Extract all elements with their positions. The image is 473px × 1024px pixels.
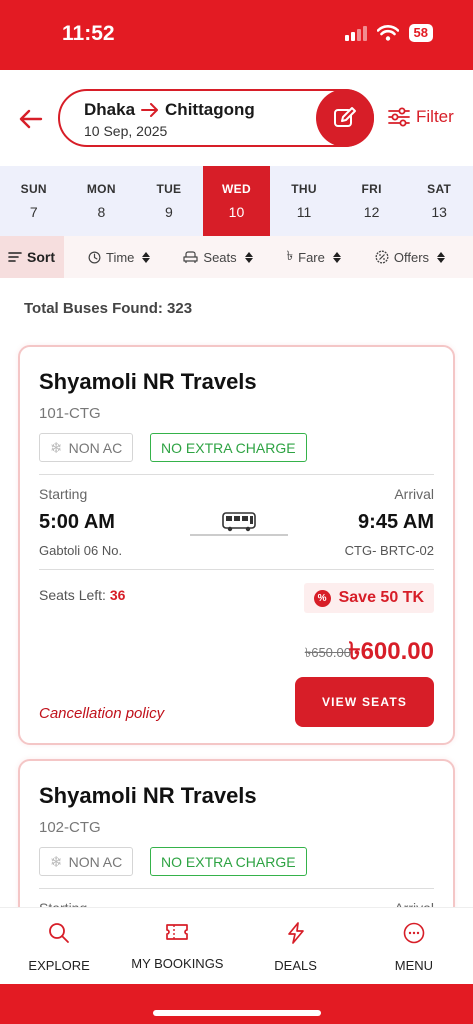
sort-toggle-icon: [142, 251, 151, 263]
departure-time: 5:00 AM: [39, 511, 115, 533]
cancellation-policy-link[interactable]: Cancellation policy: [39, 705, 164, 722]
back-arrow-icon[interactable]: [18, 106, 44, 132]
discounted-price: ৳600.00: [348, 638, 434, 665]
sort-time-button[interactable]: Time: [88, 236, 151, 278]
sort-toggle-icon: [437, 251, 446, 263]
discount-icon: [375, 250, 389, 264]
discount-icon: %: [313, 589, 331, 607]
day-mon[interactable]: MON 8: [68, 166, 136, 236]
save-badge: % Save 50 TK: [303, 583, 434, 613]
edit-search-button[interactable]: [316, 89, 374, 147]
sort-seats-button[interactable]: Seats: [183, 236, 253, 278]
sliders-icon: [388, 107, 410, 127]
status-time: 11:52: [62, 22, 115, 45]
filter-label: Filter: [416, 107, 454, 126]
arrival-time: 9:45 AM: [358, 511, 434, 533]
starting-label: Starting: [39, 486, 88, 502]
divider: [39, 569, 434, 570]
bus-code: 101-CTG: [39, 405, 101, 422]
bus-icon: [222, 512, 256, 532]
origin-city: Dhaka: [84, 100, 136, 119]
route-summary[interactable]: Dhaka Chittagong 10 Sep, 2025: [58, 89, 374, 147]
operator-name: Shyamoli NR Travels: [39, 783, 257, 808]
taka-icon: ৳: [286, 247, 294, 263]
seats-left-count: 36: [109, 587, 126, 603]
arrival-place: CTG- BRTC-02: [344, 543, 434, 558]
bus-card[interactable]: Shyamoli NR Travels 101-CTG ❄ NON AC NO …: [18, 345, 455, 745]
sort-offers-button[interactable]: Offers: [375, 236, 446, 278]
snowflake-icon: ❄: [50, 853, 63, 871]
bus-code: 102-CTG: [39, 819, 101, 836]
wifi-icon: [376, 25, 399, 41]
battery-indicator: 58: [408, 24, 433, 42]
clock-icon: [88, 251, 101, 263]
original-price: ৳650.00: [304, 645, 351, 660]
sort-toggle-icon: [244, 251, 253, 263]
sort-toggle-icon: [332, 251, 341, 263]
day-sat[interactable]: SAT 13: [405, 166, 473, 236]
arrow-right-icon: [141, 103, 159, 117]
seat-icon: [183, 250, 199, 263]
status-icons: 58: [344, 24, 433, 42]
extra-charge-tag: NO EXTRA CHARGE: [150, 433, 307, 462]
day-wed-selected[interactable]: WED 10: [202, 166, 271, 236]
ac-tag: ❄ NON AC: [39, 433, 134, 462]
day-sun[interactable]: SUN 7: [0, 166, 68, 236]
divider: [39, 888, 434, 889]
ac-tag: ❄ NON AC: [39, 847, 134, 876]
search-header: Dhaka Chittagong 10 Sep, 2025 Filter: [0, 70, 473, 166]
destination-city: Chittagong: [165, 100, 255, 119]
nav-deals[interactable]: DEALS: [237, 908, 355, 984]
seats-left: Seats Left: 36: [39, 587, 126, 603]
snowflake-icon: ❄: [50, 439, 63, 457]
sort-fare-button[interactable]: ৳ Fare: [287, 236, 341, 278]
sort-button[interactable]: Sort: [0, 236, 64, 278]
edit-icon: [334, 107, 356, 127]
day-tue[interactable]: TUE 9: [135, 166, 203, 236]
day-thu[interactable]: THU 11: [270, 166, 338, 236]
day-selector: SUN 7 MON 8 TUE 9 WED 10 THU 11 FRI 12 SAT 13: [0, 166, 473, 236]
day-fri[interactable]: FRI 12: [338, 166, 406, 236]
arrival-label: Arrival: [394, 486, 434, 502]
nav-menu[interactable]: MENU: [355, 908, 473, 984]
journey-line: [190, 512, 288, 538]
status-bar: 11:52 58: [0, 0, 473, 70]
home-indicator[interactable]: [153, 1010, 321, 1016]
search-icon: [49, 923, 70, 943]
operator-name: Shyamoli NR Travels: [39, 369, 257, 394]
sort-lines-icon: [8, 252, 22, 262]
nav-my-bookings[interactable]: MY BOOKINGS: [118, 908, 236, 984]
ticket-icon: [166, 924, 189, 940]
lightning-icon: [287, 922, 304, 944]
route-line: Dhaka Chittagong: [84, 100, 255, 120]
total-buses-found: Total Buses Found: 323: [24, 300, 193, 317]
departure-place: Gabtoli 06 No.: [39, 543, 123, 558]
extra-charge-tag: NO EXTRA CHARGE: [150, 847, 307, 876]
nav-explore[interactable]: EXPLORE: [0, 908, 118, 984]
signal-icon: [344, 25, 367, 41]
sort-bar: Sort Time Seats ৳ Fare Offers: [0, 236, 473, 278]
divider: [39, 474, 434, 475]
filter-button[interactable]: Filter: [388, 107, 454, 127]
travel-date: 10 Sep, 2025: [84, 123, 168, 139]
home-bar: [0, 984, 473, 1024]
menu-dots-icon: [403, 922, 425, 944]
view-seats-button[interactable]: VIEW SEATS: [295, 677, 434, 727]
bottom-navigation: EXPLORE MY BOOKINGS DEALS MENU: [0, 907, 473, 984]
